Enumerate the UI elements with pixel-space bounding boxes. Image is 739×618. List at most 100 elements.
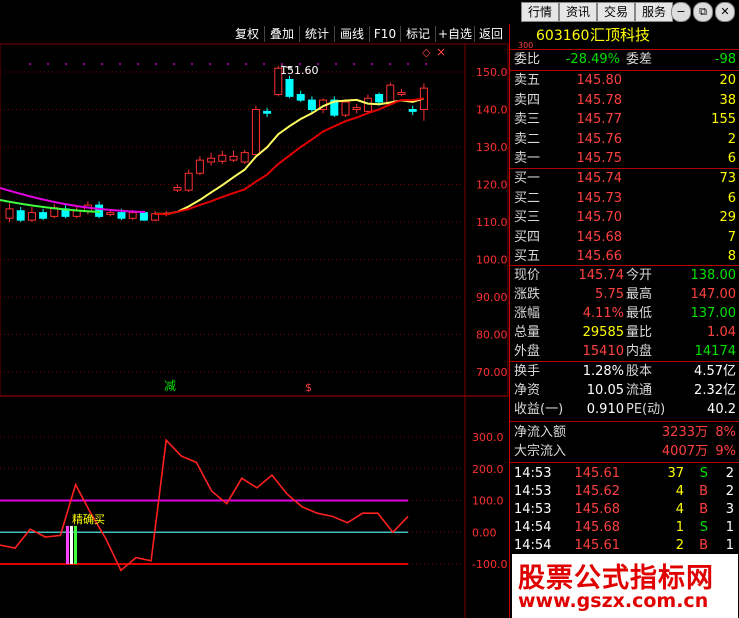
price-tick-label: 90.00 — [476, 291, 508, 304]
flow-label: 大宗流入 — [514, 444, 567, 459]
chart-area[interactable]: 150.0 140.0 130.0 120.0 110.0 100.0 90.00 80.00… — [0, 0, 509, 618]
tick-count: 1 — [725, 520, 734, 535]
ask-label: 卖三 — [514, 112, 541, 127]
quote-value: 147.00 — [690, 287, 737, 302]
tick-time: 14:54 — [514, 520, 552, 535]
fund-value: 4.57亿 — [694, 364, 736, 379]
fund-label: 股本 — [626, 364, 653, 379]
ask-row[interactable]: 卖一 145.75 6 — [512, 149, 738, 168]
quote-value: 4.11% — [582, 306, 624, 321]
weicha-value: -98 — [714, 52, 736, 67]
flow-percent: 9% — [715, 444, 736, 459]
s-marker: $ — [305, 381, 312, 394]
signal-bar — [74, 525, 77, 564]
bid-price: 145.68 — [576, 229, 623, 245]
ask-label: 卖四 — [514, 92, 541, 108]
tick-row[interactable]: 14:54 145.68 1 S 1 — [512, 518, 738, 537]
price-tick-label: 100.0 — [476, 254, 508, 267]
signal-dot — [371, 63, 373, 65]
signal-dot — [155, 63, 157, 65]
bid-row[interactable]: 买四 145.68 7 — [512, 228, 738, 247]
candle-body — [263, 110, 272, 114]
bid-row[interactable]: 买五 145.66 8 — [512, 247, 738, 266]
tick-volume: 2 — [675, 538, 684, 553]
nav-quote-button[interactable]: 行情 — [521, 2, 559, 22]
signal-dot — [119, 63, 121, 65]
close-icon[interactable]: ✕ — [715, 2, 735, 22]
candle-body — [307, 99, 316, 110]
ask-row[interactable]: 卖二 145.76 2 — [512, 130, 738, 149]
ask-price: 145.77 — [576, 112, 623, 127]
nav-service-button[interactable]: 服务 — [635, 2, 673, 22]
signal-dot — [137, 63, 139, 65]
minimize-icon[interactable]: − — [671, 2, 691, 22]
tick-row[interactable]: 14:54 145.61 2 B 1 — [512, 536, 738, 555]
nav-news-button[interactable]: 资讯 — [559, 2, 597, 22]
candle-body — [139, 212, 148, 221]
bid-label: 买四 — [514, 229, 541, 245]
tick-time: 14:53 — [514, 502, 552, 517]
candle-body — [117, 212, 126, 219]
restore-icon[interactable]: ⧉ — [693, 2, 713, 22]
quote-value: 29585 — [582, 325, 624, 340]
indicator-tick-label: -100.0 — [472, 558, 507, 571]
quote-label: 量比 — [626, 325, 653, 340]
price-tick-label: 120.0 — [476, 179, 508, 192]
ask-volume: 20 — [719, 73, 736, 88]
ask-volume: 38 — [719, 92, 736, 108]
candle-body — [184, 172, 193, 191]
tick-row[interactable]: 14:53 145.61 37 S 2 — [512, 464, 738, 483]
signal-dot — [209, 63, 211, 65]
candle-body — [352, 107, 361, 110]
signal-dot — [263, 63, 265, 65]
stock-name: 汇顶科技 — [590, 26, 651, 44]
tick-count: 2 — [725, 484, 734, 499]
ask-row[interactable]: 卖三 145.77 155 — [512, 110, 738, 129]
candle-body — [375, 94, 384, 103]
bid-volume: 29 — [719, 210, 736, 225]
candle-body — [296, 94, 305, 101]
bid-price: 145.73 — [576, 190, 623, 206]
bid-row[interactable]: 买一 145.74 73 — [512, 169, 738, 188]
high-price-label: 151.60 — [280, 64, 319, 77]
diamond-icon[interactable]: ◇ — [422, 46, 431, 59]
close-chart-icon[interactable]: × — [436, 45, 446, 59]
fund-value: 40.2 — [707, 402, 736, 417]
candle-body — [128, 212, 137, 219]
bid-label: 买三 — [514, 210, 541, 225]
fund-label: 流通 — [626, 383, 653, 398]
watermark-url: www.gszx.com.cn — [518, 590, 709, 612]
quote-value: 5.75 — [595, 287, 624, 302]
candle-body — [95, 204, 104, 217]
flow-label: 净流入额 — [514, 425, 567, 440]
ask-row[interactable]: 卖四 145.78 38 — [512, 91, 738, 110]
signal-dot — [101, 63, 103, 65]
candle-body — [207, 157, 216, 163]
ask-row[interactable]: 卖五 145.80 20 — [512, 71, 738, 90]
signal-dot — [83, 63, 85, 65]
nav-trade-button[interactable]: 交易 — [597, 2, 635, 22]
indicator-tick-label: 200.0 — [472, 463, 504, 476]
tick-row[interactable]: 14:53 145.62 4 B 2 — [512, 482, 738, 501]
signal-dot — [425, 63, 427, 65]
bid-row[interactable]: 买三 145.70 29 — [512, 208, 738, 227]
tick-volume: 4 — [675, 484, 684, 499]
tick-price: 145.61 — [574, 538, 621, 553]
stock-header: 300 603160 汇顶科技 — [512, 26, 738, 50]
fund-row: 净资 10.05 流通 2.32亿 — [512, 381, 738, 400]
tick-price: 145.61 — [574, 466, 621, 481]
tick-volume: 4 — [675, 502, 684, 517]
quote-value: 14174 — [694, 344, 736, 359]
bid-row[interactable]: 买二 145.73 6 — [512, 189, 738, 208]
tick-price: 145.68 — [574, 520, 621, 535]
kline-panel-border — [0, 43, 509, 397]
bid-volume: 6 — [727, 190, 736, 206]
quote-row: 总量 29585 量比 1.04 — [512, 323, 738, 342]
ask-price: 145.76 — [576, 131, 623, 147]
fund-label: 净资 — [514, 383, 541, 398]
candle-body — [397, 92, 406, 95]
tick-time: 14:53 — [514, 466, 552, 481]
candle-body — [16, 210, 25, 221]
tick-row[interactable]: 14:53 145.68 4 B 3 — [512, 500, 738, 519]
candle-body — [363, 97, 372, 112]
